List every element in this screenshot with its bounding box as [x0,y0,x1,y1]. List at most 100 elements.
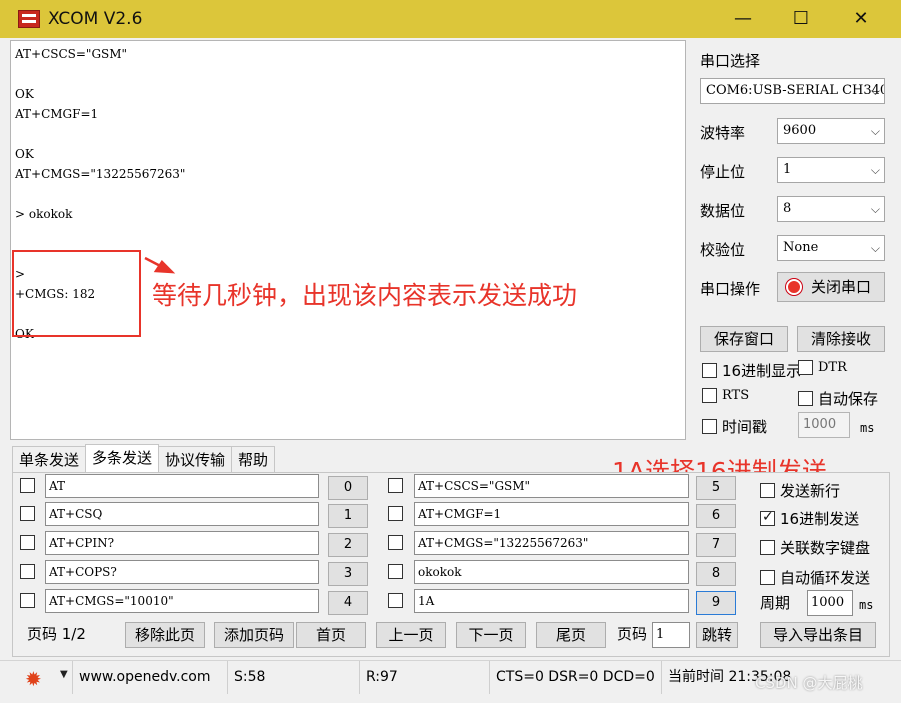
data-bits-value: 8 [783,201,792,216]
timestamp-box[interactable] [702,419,717,434]
send-newline-label: 发送新行 [780,482,841,500]
receive-line: OK [15,87,34,101]
send-row-button[interactable]: 9 [696,591,736,615]
dtr-box[interactable] [798,360,813,375]
baud-label: 波特率 [700,124,746,142]
send-row-button[interactable]: 6 [696,504,736,528]
row-checkbox[interactable] [20,564,35,579]
send-newline-box[interactable] [760,483,775,498]
tab-protocol[interactable]: 协议传输 [158,446,233,472]
timestamp-ms-unit: ms [860,421,875,435]
baud-select-value: 9600 [783,123,817,138]
send-text-field[interactable]: AT [45,474,319,498]
chevron-down-icon[interactable]: ▼ [60,669,68,680]
hex-send-box[interactable] [760,509,775,526]
row-checkbox[interactable] [20,535,35,550]
numpad-box[interactable] [760,540,775,555]
first-page-button[interactable]: 首页 [296,622,366,648]
port-select[interactable]: COM6:USB-SERIAL CH340 ⌵ [700,78,885,104]
success-annotation: 等待几秒钟，出现该内容表示发送成功 [152,281,578,310]
jump-button[interactable]: 跳转 [696,622,738,648]
dtr-checkbox[interactable]: DTR [798,360,847,375]
data-bits-select[interactable]: 8 ⌵ [777,196,885,222]
gear-icon[interactable]: ✹ [25,667,42,691]
numpad-label: 关联数字键盘 [780,539,871,557]
send-row-button[interactable]: 3 [328,562,368,586]
auto-save-box[interactable] [798,391,813,406]
row-checkbox[interactable] [20,478,35,493]
send-row-button[interactable]: 8 [696,562,736,586]
send-text-field[interactable]: AT+COPS? [45,560,319,584]
window-title: XCOM V2.6 [48,9,143,29]
receive-text-area[interactable]: AT+CSCS="GSM" OK AT+CMGF=1 OK AT+CMGS="13225… [10,40,686,440]
prev-page-button[interactable]: 上一页 [376,622,446,648]
stop-bits-select[interactable]: 1 ⌵ [777,157,885,183]
tab-help[interactable]: 帮助 [231,446,276,472]
send-row-button[interactable]: 4 [328,591,368,615]
maximize-button[interactable]: ☐ [778,5,824,33]
hex-display-checkbox[interactable]: 16进制显示 [702,360,801,381]
hex-display-box[interactable] [702,363,717,378]
send-text-field[interactable]: AT+CMGS="13225567263" [414,531,689,555]
row-checkbox[interactable] [388,478,403,493]
next-page-button[interactable]: 下一页 [456,622,526,648]
send-text-field[interactable]: 1A [414,589,689,613]
send-newline-checkbox[interactable]: 发送新行 [760,480,840,501]
send-row-button[interactable]: 0 [328,476,368,500]
baud-select[interactable]: 9600 ⌵ [777,118,885,144]
send-row-button[interactable]: 1 [328,504,368,528]
chevron-down-icon: ⌵ [870,241,880,255]
send-text-field[interactable]: AT+CSCS="GSM" [414,474,689,498]
dtr-label: DTR [818,360,847,375]
last-page-button[interactable]: 尾页 [536,622,606,648]
send-text-field[interactable]: okokok [414,560,689,584]
receive-line: > okokok [15,207,73,221]
save-window-button[interactable]: 保存窗口 [700,326,788,352]
title-bar: XCOM V2.6 — ☐ ✕ [0,0,901,38]
tab-single-send[interactable]: 单条发送 [12,446,87,472]
period-input[interactable]: 1000 [807,590,853,616]
send-row-button[interactable]: 7 [696,533,736,557]
add-page-button[interactable]: 添加页码 [214,622,294,648]
csdn-watermark: CSDN @大屁桃 [755,674,863,692]
import-export-button[interactable]: 导入导出条目 [760,622,876,648]
timestamp-ms-input[interactable]: 1000 [798,412,850,438]
port-select-value: COM6:USB-SERIAL CH340 [706,83,885,98]
row-checkbox[interactable] [388,593,403,608]
send-text-field[interactable]: AT+CPIN? [45,531,319,555]
rts-checkbox[interactable]: RTS [702,388,749,403]
row-checkbox[interactable] [20,506,35,521]
remove-page-button[interactable]: 移除此页 [125,622,205,648]
status-line-state: CTS=0 DSR=0 DCD=0 [489,661,661,694]
row-checkbox[interactable] [388,564,403,579]
parity-select[interactable]: None ⌵ [777,235,885,261]
timestamp-checkbox[interactable]: 时间戳 [702,416,767,437]
send-text-field[interactable]: AT+CMGF=1 [414,502,689,526]
port-status-icon [786,279,802,295]
row-checkbox[interactable] [388,535,403,550]
close-button[interactable]: ✕ [838,5,884,33]
close-port-button[interactable]: 关闭串口 [777,272,885,302]
stop-bits-value: 1 [783,162,792,177]
port-label: 串口选择 [700,52,761,70]
rts-box[interactable] [702,388,717,403]
row-checkbox[interactable] [20,593,35,608]
send-text-field[interactable]: AT+CSQ [45,502,319,526]
page-number-input[interactable]: 1 [652,622,690,648]
row-checkbox[interactable] [388,506,403,521]
chevron-down-icon: ⌵ [870,202,880,216]
send-row-button[interactable]: 2 [328,533,368,557]
clear-receive-button[interactable]: 清除接收 [797,326,885,352]
send-row-button[interactable]: 5 [696,476,736,500]
status-url[interactable]: www.openedv.com [72,661,227,694]
auto-loop-box[interactable] [760,570,775,585]
hex-send-checkbox[interactable]: 16进制发送 [760,508,859,529]
auto-save-checkbox[interactable]: 自动保存 [798,388,878,409]
tab-multi-send[interactable]: 多条发送 [85,444,160,472]
auto-loop-checkbox[interactable]: 自动循环发送 [760,567,870,588]
numpad-checkbox[interactable]: 关联数字键盘 [760,537,870,558]
receive-line [15,124,681,144]
send-text-field[interactable]: AT+CMGS="10010" [45,589,319,613]
minimize-button[interactable]: — [720,5,766,33]
period-unit: ms [859,598,874,612]
